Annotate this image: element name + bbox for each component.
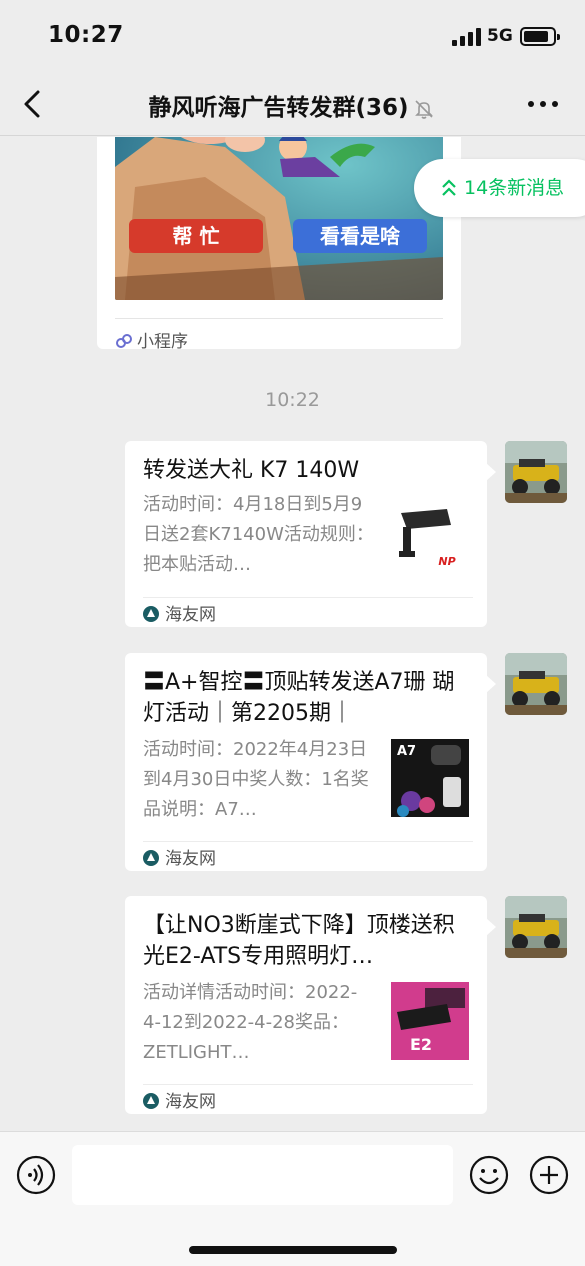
mini-program-footer: 小程序 [115, 318, 443, 352]
thumbnail-brand: A7 [397, 744, 416, 759]
more-functions-button[interactable] [529, 1155, 569, 1195]
status-time: 10:27 [48, 22, 124, 48]
message-title: 转发送大礼 K7 140W [143, 458, 360, 483]
message-title: 〓A+智控〓顶贴转发送A7珊 瑚灯活动｜第2205期｜ [143, 670, 455, 726]
input-bar [0, 1131, 585, 1266]
message-thumbnail: E2 [391, 982, 469, 1060]
smiley-icon [469, 1155, 509, 1195]
mini-program-card[interactable]: 帮 忙 看看是啥 小程序 [97, 137, 461, 352]
haiyouwang-logo-icon [143, 1093, 159, 1109]
message-source: 海友网 [143, 597, 473, 625]
thumbnail-brand: E2 [410, 1035, 432, 1054]
battery-icon [520, 27, 560, 46]
mini-program-image: 帮 忙 看看是啥 [115, 137, 443, 300]
link-message-card[interactable]: 转发送大礼 K7 140W 活动时间：4月18日到5月9日送2套K7140W活动… [125, 441, 496, 627]
voice-input-button[interactable] [16, 1155, 56, 1195]
chat-area[interactable]: 帮 忙 看看是啥 小程序 14条新消息 10:22 转发送大礼 K7 140W … [0, 137, 585, 1131]
thumbnail-brand: NP [438, 555, 455, 568]
message-description: 活动时间：2022年4月23日到4月30日中奖人数：1名奖品说明：A7… [143, 739, 369, 820]
emoji-button[interactable] [469, 1155, 509, 1195]
more-options-button[interactable] [525, 100, 561, 110]
home-indicator [189, 1246, 397, 1254]
message-timestamp: 10:22 [265, 389, 320, 411]
new-messages-label: 14条新消息 [464, 177, 565, 199]
new-messages-button[interactable]: 14条新消息 [414, 159, 585, 217]
message-input[interactable] [72, 1145, 453, 1205]
voice-icon [16, 1155, 56, 1195]
message-description: 活动详情活动时间：2022-4-12到2022-4-28奖品：ZETLIGHT… [143, 982, 358, 1063]
haiyouwang-logo-icon [143, 850, 159, 866]
mini-program-label: 小程序 [137, 332, 188, 352]
chat-header: 静风听海广告转发群(36) [0, 72, 585, 136]
link-message-card[interactable]: 〓A+智控〓顶贴转发送A7珊 瑚灯活动｜第2205期｜ 活动时间：2022年4月… [125, 653, 496, 871]
haiyouwang-logo-icon [143, 606, 159, 622]
mini-program-icon [116, 334, 132, 348]
source-name: 海友网 [165, 849, 216, 869]
plus-icon [529, 1155, 569, 1195]
avatar[interactable] [505, 441, 567, 503]
see-what-button-label: 看看是啥 [320, 224, 401, 248]
avatar[interactable] [505, 896, 567, 958]
source-name: 海友网 [165, 1092, 216, 1112]
message-description: 活动时间：4月18日到5月9日送2套K7140W活动规则：把本贴活动… [143, 494, 374, 575]
message-thumbnail: NP [391, 499, 469, 577]
link-message-card[interactable]: 【让NO3断崖式下降】顶楼送积光E2-ATS专用照明灯… 活动详情活动时间：20… [125, 896, 496, 1114]
chat-title: 静风听海广告转发群(36) [0, 88, 585, 122]
mute-bell-icon [414, 99, 433, 119]
help-button-label: 帮 忙 [173, 224, 220, 248]
double-chevron-up-icon [442, 179, 456, 196]
signal-icon [452, 28, 482, 46]
message-source: 海友网 [143, 1084, 473, 1112]
avatar[interactable] [505, 653, 567, 715]
message-title: 【让NO3断崖式下降】顶楼送积光E2-ATS专用照明灯… [143, 913, 455, 969]
message-thumbnail: A7 [391, 739, 469, 817]
source-name: 海友网 [165, 605, 216, 625]
network-type: 5G [487, 26, 513, 46]
status-bar: 10:27 5G [0, 0, 585, 72]
group-name: 静风听海广告转发群(36) [148, 95, 409, 121]
message-source: 海友网 [143, 841, 473, 869]
